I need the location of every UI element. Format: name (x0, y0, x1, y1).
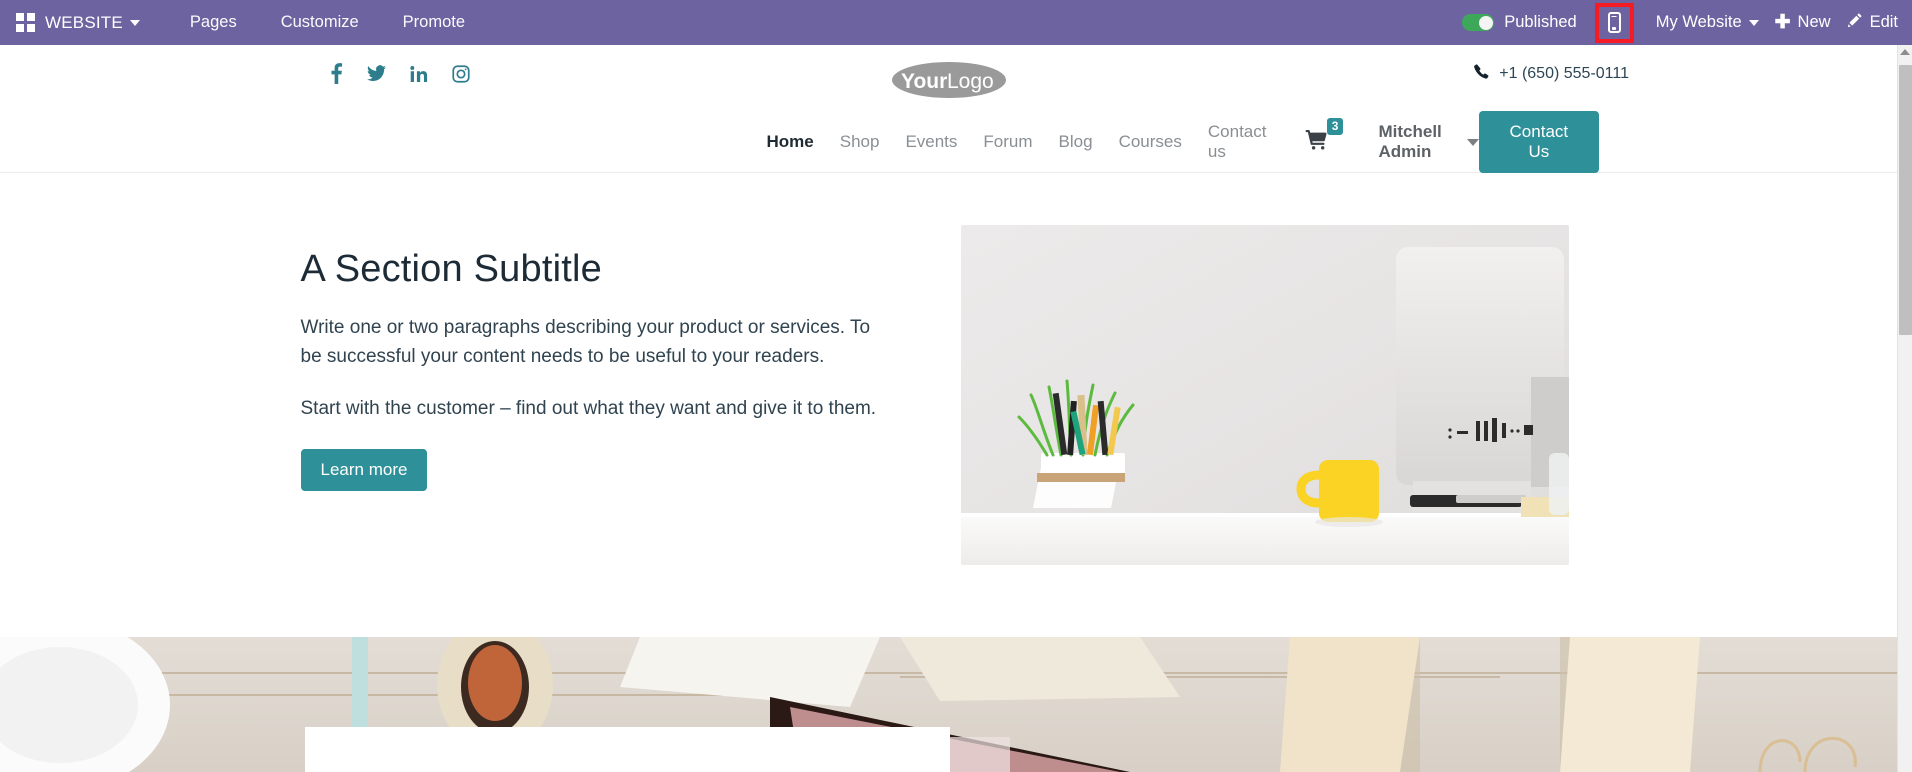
topbar-left-group: WEBSITE Pages Customize Promote (0, 0, 487, 45)
hero-image (960, 225, 1569, 565)
hero-paragraph-1: Write one or two paragraphs describing y… (300, 317, 871, 368)
topbar-item-pages[interactable]: Pages (168, 0, 259, 45)
app-name-label[interactable]: WEBSITE (45, 13, 123, 33)
site-nav-inner: Home Shop Events Forum Blog Courses Cont… (299, 111, 1599, 173)
topbar-menu: Pages Customize Promote (168, 0, 487, 45)
shopping-cart-icon (1305, 129, 1328, 155)
website-builder-screen: WEBSITE Pages Customize Promote Publishe… (0, 0, 1912, 772)
site-logo[interactable]: Your Logo (891, 58, 1007, 102)
user-name-label: Mitchell Admin (1378, 122, 1442, 161)
hero-inner: A Section Subtitle Write one or two para… (299, 173, 1599, 565)
twitter-icon[interactable] (367, 64, 386, 83)
chevron-down-icon (1467, 138, 1480, 146)
hero-paragraph-2: Start with the customer – find out what … (300, 397, 877, 419)
pencil-icon (1847, 12, 1863, 33)
mobile-preview-button[interactable] (1594, 2, 1634, 43)
user-menu[interactable]: Mitchell Admin (1378, 122, 1480, 162)
header-phone[interactable]: +1 (650) 555-0111 (1474, 64, 1629, 83)
learn-more-button[interactable]: Learn more (300, 449, 428, 492)
nav-item-forum[interactable]: Forum (970, 132, 1045, 152)
facebook-icon[interactable] (330, 63, 343, 84)
phone-icon (1474, 64, 1489, 83)
new-button[interactable]: ✚ New (1775, 13, 1831, 32)
edit-button[interactable]: Edit (1847, 12, 1898, 33)
scroll-up-arrow-icon[interactable] (1900, 49, 1910, 55)
hero-title: A Section Subtitle (300, 248, 602, 290)
website-selector[interactable]: My Website (1656, 13, 1759, 32)
nav-item-shop[interactable]: Shop (827, 132, 893, 152)
edit-button-label: Edit (1869, 13, 1898, 31)
odoo-systray-topbar: WEBSITE Pages Customize Promote Publishe… (0, 0, 1912, 45)
svg-text:Logo: Logo (947, 70, 994, 93)
cart-count-badge: 3 (1326, 117, 1344, 135)
contact-us-button[interactable]: Contact Us (1479, 111, 1599, 173)
svg-text:Your: Your (901, 70, 947, 93)
instagram-icon[interactable] (452, 64, 470, 83)
nav-item-home[interactable]: Home (754, 132, 827, 152)
phone-number-label: +1 (650) 555-0111 (1499, 64, 1629, 82)
social-links (330, 63, 470, 84)
site-navbar: Home Shop Events Forum Blog Courses Cont… (0, 111, 1897, 173)
mobile-phone-icon[interactable] (1607, 12, 1621, 33)
site-nav-links: Home Shop Events Forum Blog Courses Cont… (754, 117, 1480, 162)
linkedin-icon[interactable] (410, 65, 428, 83)
parallax-banner (0, 637, 1897, 772)
overlay-card (305, 727, 950, 772)
chevron-down-icon (1748, 19, 1759, 26)
topbar-item-promote[interactable]: Promote (381, 0, 487, 45)
site-header-strip: Your Logo +1 (650) 555-0111 (0, 45, 1897, 111)
publish-status-label: Published (1504, 13, 1577, 31)
plus-icon: ✚ (1774, 12, 1791, 33)
topbar-item-customize[interactable]: Customize (259, 0, 381, 45)
website-preview-frame: Your Logo +1 (650) 555-0111 Home Shop Ev… (0, 45, 1897, 772)
nav-item-events[interactable]: Events (892, 132, 970, 152)
page-scrollbar[interactable] (1897, 45, 1912, 772)
nav-item-contact-us[interactable]: Contact us (1195, 122, 1280, 162)
apps-grid-icon[interactable] (16, 13, 35, 32)
topbar-right-group: Published My Website ✚ New Edit (1462, 2, 1912, 43)
chevron-down-icon[interactable] (129, 19, 140, 26)
website-selector-label: My Website (1655, 13, 1742, 31)
publish-switch-icon[interactable] (1462, 14, 1495, 31)
hero-section: A Section Subtitle Write one or two para… (0, 173, 1897, 565)
nav-item-blog[interactable]: Blog (1046, 132, 1106, 152)
nav-item-courses[interactable]: Courses (1106, 132, 1195, 152)
hero-text-column: A Section Subtitle Write one or two para… (299, 173, 919, 565)
publish-toggle[interactable]: Published (1462, 13, 1577, 32)
cart-button[interactable]: 3 (1305, 117, 1344, 155)
new-button-label: New (1797, 13, 1831, 31)
scrollbar-thumb[interactable] (1899, 65, 1912, 335)
